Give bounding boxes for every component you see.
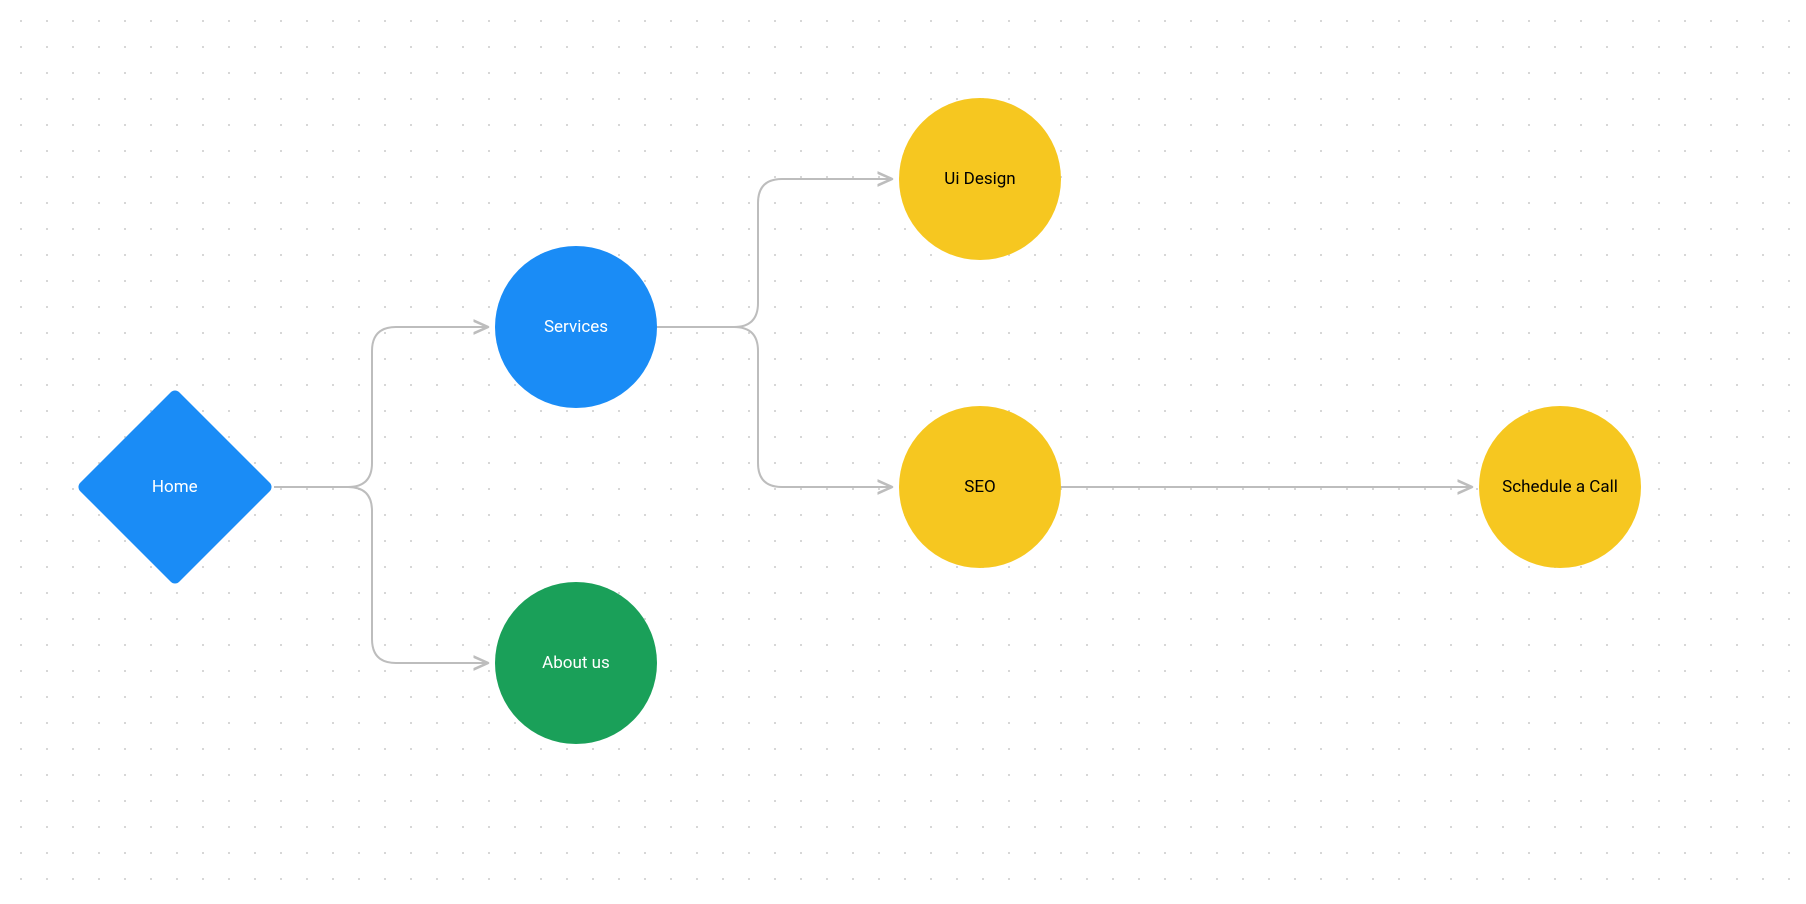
- node-seo-label: SEO: [956, 477, 1003, 497]
- node-services[interactable]: Services: [495, 246, 657, 408]
- node-services-label: Services: [536, 317, 616, 337]
- node-schedule-call-label: Schedule a Call: [1494, 477, 1626, 497]
- diagram-canvas[interactable]: Home Services About us Ui Design SEO Sch…: [0, 0, 1806, 904]
- edge-home-services: [274, 327, 488, 487]
- node-about-label: About us: [534, 653, 618, 673]
- node-schedule-call[interactable]: Schedule a Call: [1479, 406, 1641, 568]
- node-ui-design[interactable]: Ui Design: [899, 98, 1061, 260]
- edge-home-about: [274, 487, 488, 663]
- node-home[interactable]: Home: [76, 388, 274, 586]
- node-seo[interactable]: SEO: [899, 406, 1061, 568]
- node-ui-design-label: Ui Design: [936, 169, 1023, 189]
- edge-services-seo: [657, 327, 892, 487]
- edge-services-ui: [657, 179, 892, 327]
- node-about[interactable]: About us: [495, 582, 657, 744]
- node-home-label: Home: [144, 477, 206, 497]
